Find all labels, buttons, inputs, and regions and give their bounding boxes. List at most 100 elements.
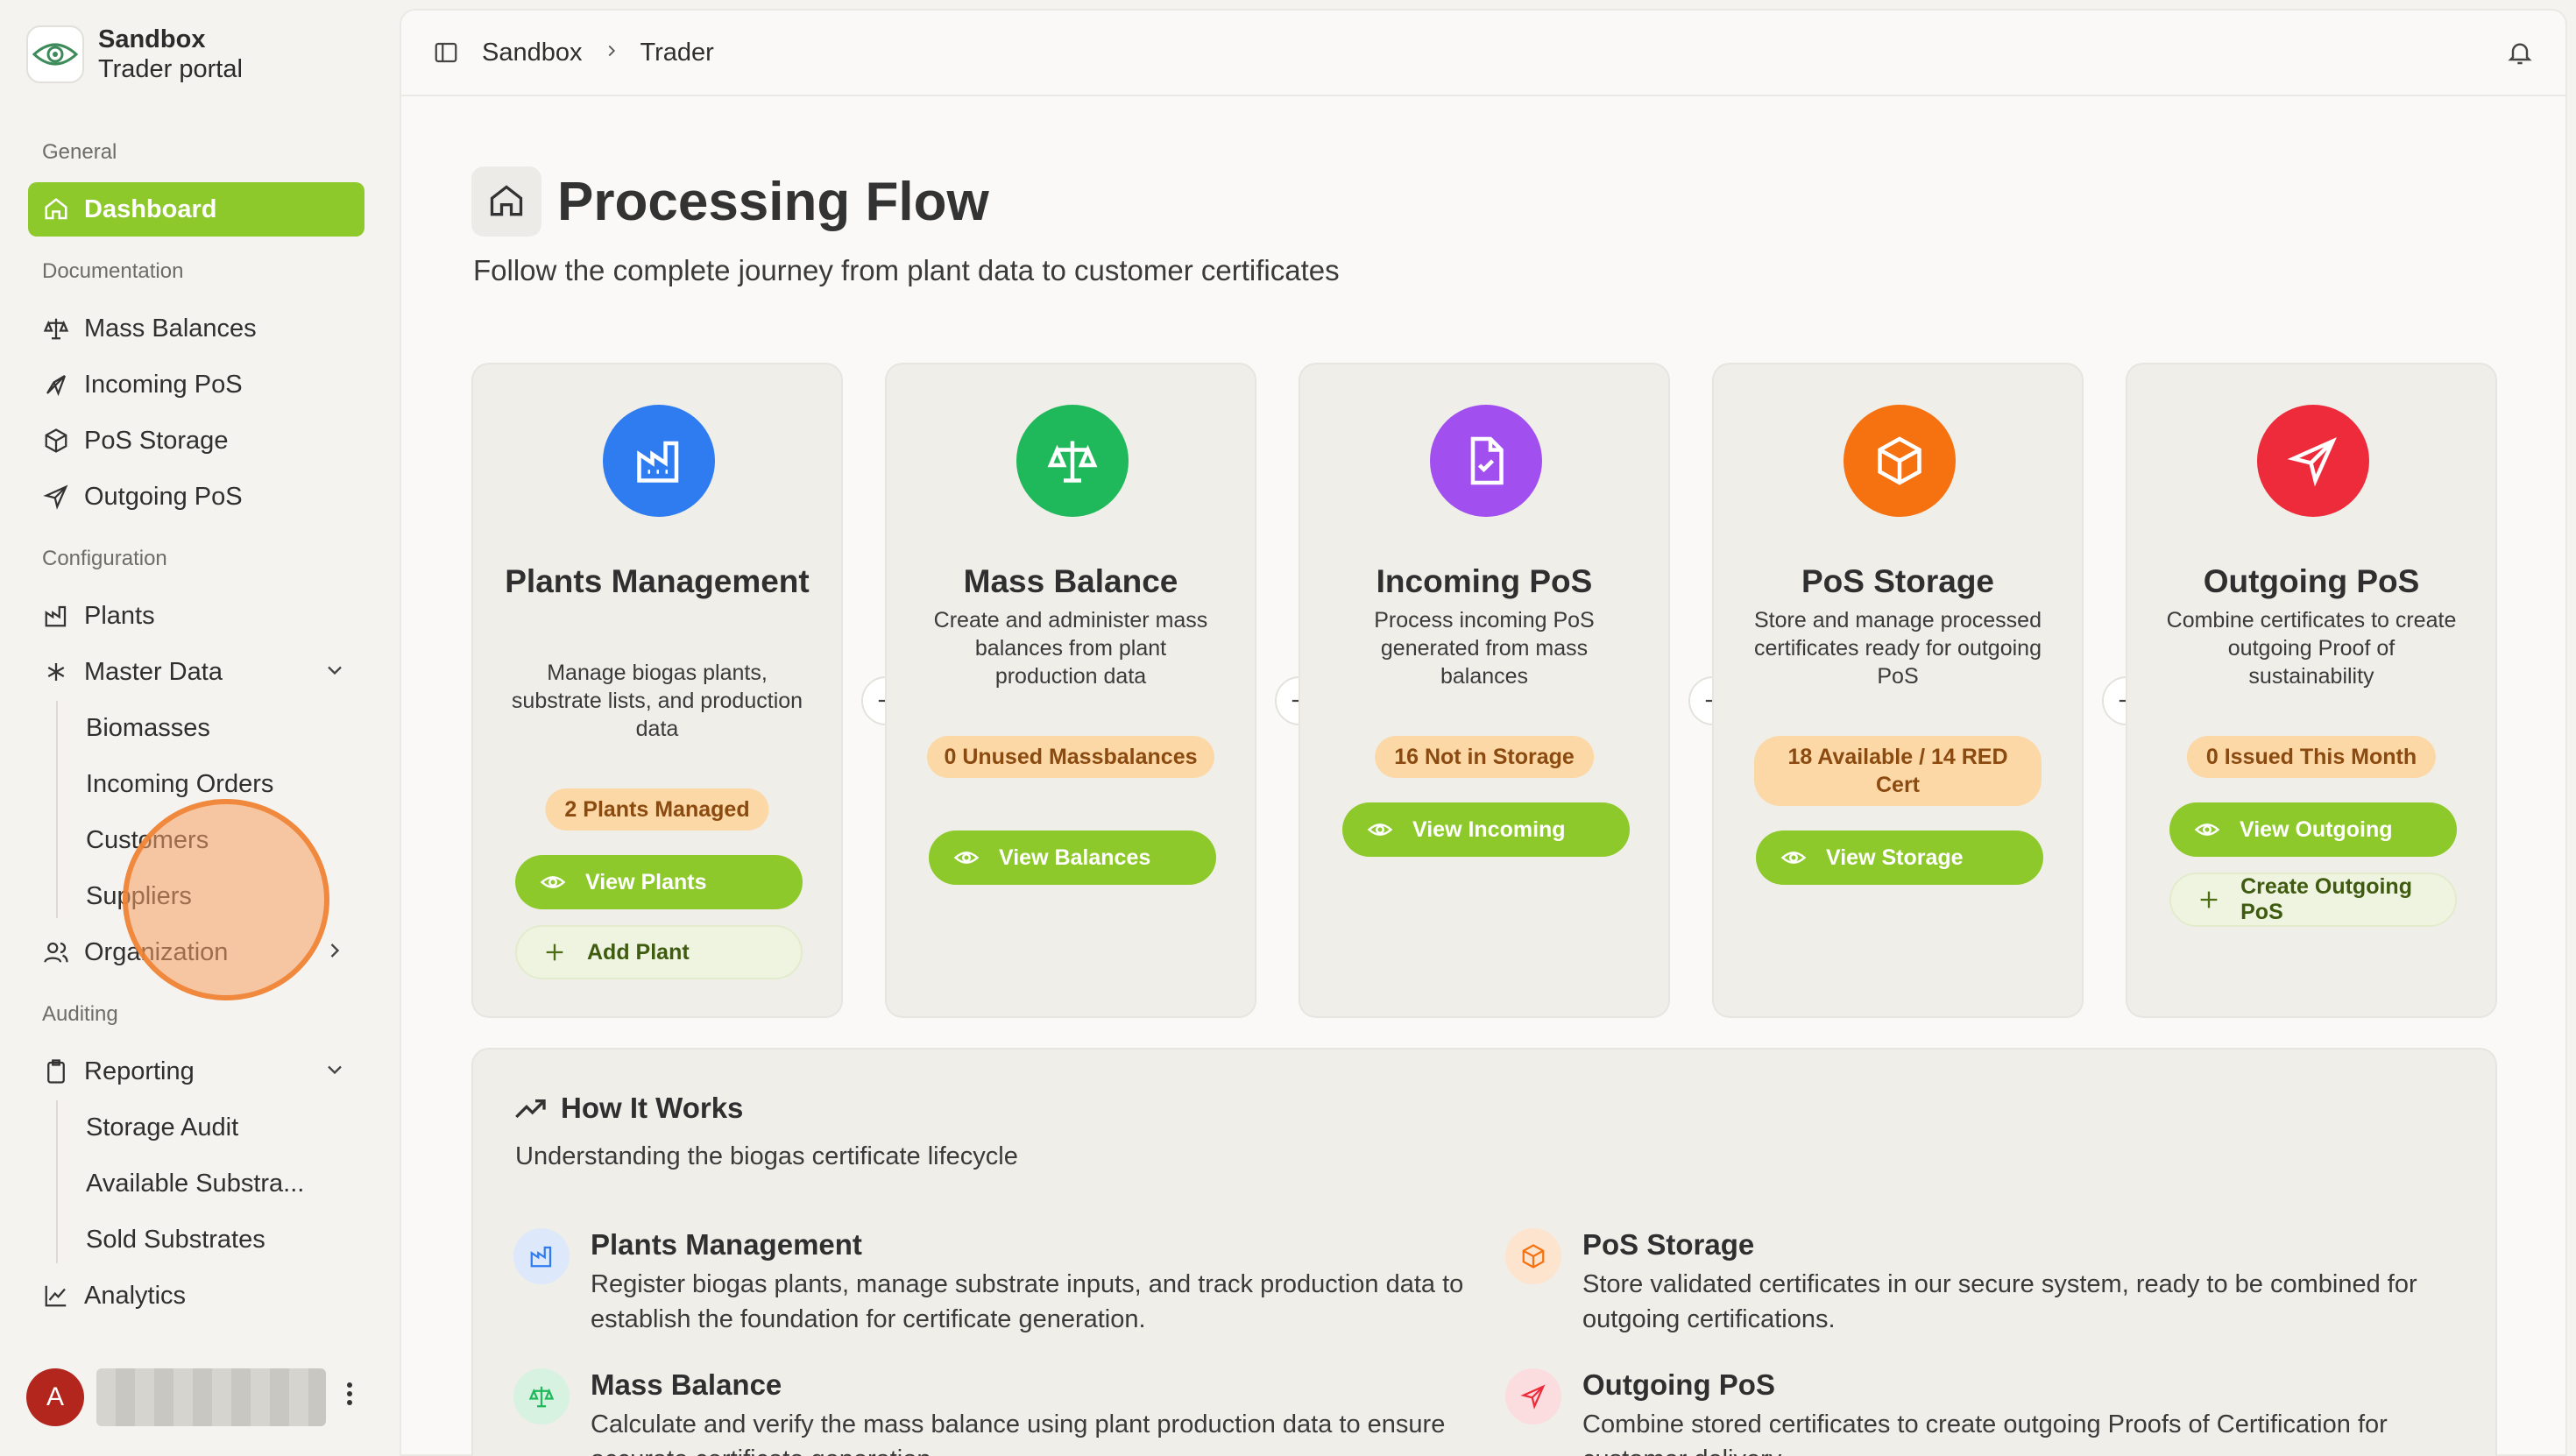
section-auditing: Auditing bbox=[42, 1002, 118, 1026]
breadcrumb-root[interactable]: Sandbox bbox=[482, 39, 583, 67]
create-outgoing-pos-button[interactable]: Create Outgoing PoS bbox=[2169, 873, 2457, 927]
sidebar-item-incoming-pos[interactable]: Incoming PoS bbox=[28, 357, 364, 412]
bell-icon[interactable] bbox=[2506, 39, 2534, 71]
sidebar-subitem-sold-substrates[interactable]: Sold Substrates bbox=[72, 1214, 361, 1265]
trending-up-icon bbox=[513, 1095, 548, 1121]
add-plant-button[interactable]: Add Plant bbox=[515, 925, 803, 979]
plus-icon bbox=[2194, 885, 2223, 915]
status-badge: 2 Plants Managed bbox=[545, 788, 769, 830]
eye-icon bbox=[1365, 815, 1395, 845]
card-outgoing-pos: Outgoing PoS Combine certificates to cre… bbox=[2126, 363, 2497, 1018]
step-description: Combine stored certificates to create ou… bbox=[1582, 1410, 2388, 1456]
avatar: A bbox=[26, 1368, 84, 1426]
sidebar-item-label: Analytics bbox=[84, 1281, 187, 1310]
send-icon bbox=[2257, 405, 2369, 517]
section-documentation: Documentation bbox=[42, 259, 184, 283]
sidebar-item-reporting[interactable]: Reporting bbox=[28, 1044, 364, 1099]
card-incoming-pos: Incoming PoS Process incoming PoS genera… bbox=[1299, 363, 1670, 1018]
button-label: Create Outgoing PoS bbox=[2240, 874, 2412, 924]
button-label: Add Plant bbox=[587, 939, 690, 965]
sidebar-item-analytics[interactable]: Analytics bbox=[28, 1269, 364, 1323]
sidebar-item-label: Organization bbox=[84, 937, 229, 966]
view-storage-button[interactable]: View Storage bbox=[1756, 830, 2043, 885]
page-subtitle: Follow the complete journey from plant d… bbox=[473, 254, 1340, 286]
eye-logo-icon bbox=[26, 25, 84, 83]
step-description: Calculate and verify the mass balance us… bbox=[591, 1410, 1446, 1456]
submenu-line bbox=[56, 1100, 58, 1263]
chevron-down-icon bbox=[322, 658, 347, 689]
how-title-text: How It Works bbox=[561, 1092, 744, 1124]
status-badge: 18 Available / 14 RED Cert bbox=[1754, 736, 2042, 806]
chevron-right-icon bbox=[602, 39, 621, 67]
card-description: Create and administer mass balances from… bbox=[933, 608, 1208, 689]
how-subtitle: Understanding the biogas certificate lif… bbox=[515, 1142, 1018, 1170]
sidebar-toggle-icon[interactable] bbox=[433, 39, 459, 66]
send-icon bbox=[42, 371, 70, 399]
view-outgoing-button[interactable]: View Outgoing bbox=[2169, 802, 2457, 857]
clipboard-icon bbox=[42, 1057, 70, 1085]
view-plants-button[interactable]: View Plants bbox=[515, 855, 803, 909]
factory-icon bbox=[603, 405, 715, 517]
sidebar-subitem-customers[interactable]: Customers bbox=[72, 815, 361, 866]
scale-icon bbox=[42, 315, 70, 343]
eye-icon bbox=[538, 867, 568, 897]
chart-line-icon bbox=[42, 1282, 70, 1310]
page-title: Processing Flow bbox=[557, 171, 989, 232]
sidebar-subitem-biomasses[interactable]: Biomasses bbox=[72, 703, 361, 753]
user-name-redacted bbox=[96, 1368, 326, 1426]
brand-name: Sandbox bbox=[98, 25, 206, 53]
status-badge: 0 Issued This Month bbox=[2186, 736, 2437, 778]
sidebar-item-dashboard[interactable]: Dashboard bbox=[28, 182, 364, 237]
sidebar-item-organization[interactable]: Organization bbox=[28, 925, 364, 979]
user-menu[interactable]: A bbox=[26, 1368, 354, 1426]
chevron-right-icon bbox=[322, 938, 347, 970]
sidebar-item-label: Dashboard bbox=[84, 194, 217, 223]
sidebar: Sandbox Trader portal General Dashboard … bbox=[0, 0, 400, 1456]
submenu-line bbox=[56, 701, 58, 918]
plus-icon bbox=[540, 937, 570, 967]
card-title: Incoming PoS bbox=[1376, 563, 1593, 599]
breadcrumb-current: Trader bbox=[640, 38, 714, 67]
how-title: How It Works bbox=[513, 1092, 743, 1125]
sidebar-subitem-incoming-orders[interactable]: Incoming Orders bbox=[72, 759, 361, 809]
document-check-icon bbox=[1430, 405, 1542, 517]
view-balances-button[interactable]: View Balances bbox=[929, 830, 1216, 885]
sidebar-subitem-suppliers[interactable]: Suppliers bbox=[72, 871, 361, 922]
sidebar-item-mass-balances[interactable]: Mass Balances bbox=[28, 301, 364, 356]
eye-icon bbox=[1779, 843, 1808, 873]
section-general: General bbox=[42, 140, 117, 164]
more-vertical-icon[interactable] bbox=[345, 1381, 354, 1414]
card-description: Store and manage processed certificates … bbox=[1754, 608, 2042, 689]
package-icon bbox=[1505, 1228, 1561, 1284]
brand-subtitle: Trader portal bbox=[98, 55, 243, 83]
view-incoming-button[interactable]: View Incoming bbox=[1342, 802, 1630, 857]
main-content: Sandbox Trader Processing Flow Follow th… bbox=[400, 9, 2567, 1456]
brand[interactable]: Sandbox Trader portal bbox=[26, 25, 243, 84]
asterisk-icon bbox=[42, 658, 70, 686]
breadcrumb: Sandbox Trader bbox=[482, 39, 714, 67]
card-plants-management: Plants Management Manage biogas plants, … bbox=[471, 363, 843, 1018]
sidebar-item-pos-storage[interactable]: PoS Storage bbox=[28, 413, 364, 468]
sidebar-item-label: Incoming PoS bbox=[84, 370, 243, 399]
sidebar-subitem-available-substrates[interactable]: Available Substra... bbox=[72, 1158, 361, 1209]
scale-icon bbox=[513, 1368, 570, 1424]
button-label: View Storage bbox=[1826, 845, 1964, 870]
sidebar-item-label: Plants bbox=[84, 601, 155, 630]
step-description: Register biogas plants, manage substrate… bbox=[591, 1270, 1464, 1333]
status-badge: 16 Not in Storage bbox=[1375, 736, 1594, 778]
sidebar-item-label: Reporting bbox=[84, 1057, 195, 1085]
home-icon bbox=[471, 166, 541, 237]
sidebar-item-master-data[interactable]: Master Data bbox=[28, 645, 364, 699]
sidebar-item-label: Mass Balances bbox=[84, 314, 257, 343]
sidebar-item-plants[interactable]: Plants bbox=[28, 589, 364, 643]
send-icon bbox=[42, 483, 70, 511]
button-label: View Plants bbox=[585, 869, 707, 894]
sidebar-item-label: Master Data bbox=[84, 657, 223, 686]
sidebar-item-outgoing-pos[interactable]: Outgoing PoS bbox=[28, 470, 364, 524]
package-icon bbox=[42, 427, 70, 455]
card-description: Process incoming PoS generated from mass… bbox=[1374, 608, 1595, 689]
card-title: Mass Balance bbox=[963, 563, 1178, 599]
card-mass-balance: Mass Balance Create and administer mass … bbox=[885, 363, 1256, 1018]
sidebar-subitem-storage-audit[interactable]: Storage Audit bbox=[72, 1102, 361, 1153]
button-label: View Outgoing bbox=[2240, 816, 2393, 842]
